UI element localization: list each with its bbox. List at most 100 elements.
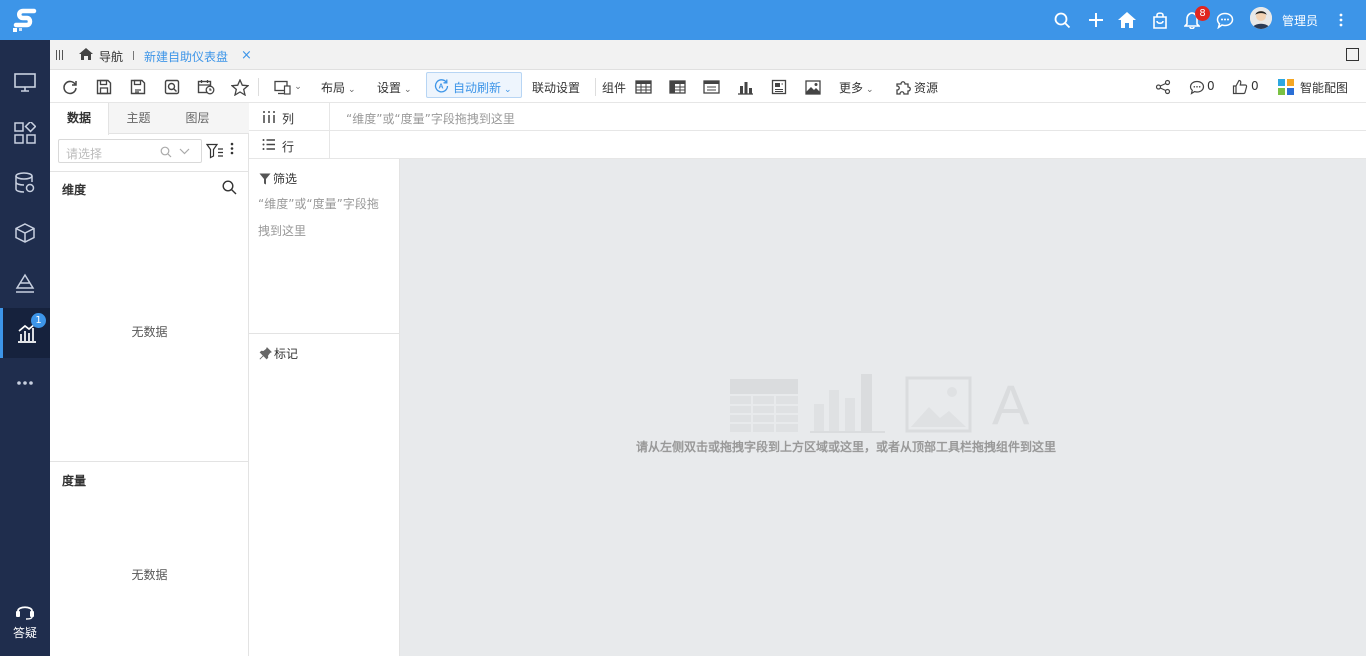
dataset-select[interactable]: 请选择: [58, 139, 202, 163]
table-component-button[interactable]: [633, 77, 653, 97]
filter-section-header: 筛选: [259, 170, 297, 187]
user-avatar[interactable]: [1250, 7, 1272, 29]
report-component-button[interactable]: [769, 77, 789, 97]
app-logo[interactable]: [0, 0, 50, 40]
share-icon: [1155, 79, 1171, 95]
avatar-person-icon: [1250, 7, 1272, 29]
comment-button[interactable]: [1187, 77, 1207, 97]
save-button[interactable]: [94, 77, 114, 97]
data-panel-menu-button[interactable]: [230, 142, 234, 159]
rail-apps[interactable]: [0, 108, 50, 158]
rail-more[interactable]: [0, 358, 50, 408]
maximize-button[interactable]: [1346, 48, 1359, 61]
top-menu-button[interactable]: [1329, 8, 1353, 32]
analysis-icon: [15, 273, 35, 293]
freestyle-table-button[interactable]: [701, 77, 721, 97]
smart-color-button[interactable]: 智能配图: [1300, 79, 1348, 96]
text-placeholder-icon: A: [992, 374, 1030, 434]
rail-dashboard-badge: 1: [31, 313, 46, 328]
close-tab-icon[interactable]: ×: [241, 48, 252, 63]
more-label: 更多: [839, 81, 864, 95]
refresh-button[interactable]: [60, 77, 80, 97]
rail-data-source[interactable]: [0, 158, 50, 208]
home-icon: [1118, 12, 1136, 28]
chevron-down-icon: ⌄: [404, 85, 412, 95]
rail-model[interactable]: [0, 208, 50, 258]
more-menu[interactable]: 更多 ⌄: [839, 79, 874, 96]
nav-label[interactable]: 导航: [99, 48, 123, 65]
app-window: 1 答疑 8 管理员 导航 新建自助仪表盘 × ⌄ 布局 ⌄ 设置 ⌄ A 自动…: [0, 0, 1366, 656]
resource-button[interactable]: 资源: [914, 79, 938, 96]
chevron-down-icon: ⌄: [866, 85, 874, 95]
crosstab-component-button[interactable]: [667, 77, 687, 97]
favorite-button[interactable]: [230, 77, 250, 97]
chevron-down-icon: ⌄: [348, 85, 356, 95]
image-icon: [805, 79, 821, 95]
settings-label: 设置: [377, 81, 402, 95]
like-count: 0: [1251, 79, 1259, 93]
create-button[interactable]: [1084, 8, 1108, 32]
rows-icon: [262, 139, 275, 150]
notifications-button[interactable]: 8: [1180, 6, 1210, 32]
pin-icon: [259, 347, 272, 360]
rail-dashboard[interactable]: 1: [0, 308, 50, 358]
nav-home[interactable]: [78, 47, 94, 64]
auto-refresh-text: 自动刷新: [453, 81, 502, 95]
image-placeholder-icon: [905, 376, 972, 433]
field-filter-button[interactable]: [205, 143, 224, 162]
schedule-button[interactable]: [196, 77, 216, 97]
database-gear-icon: [15, 172, 35, 193]
refresh-icon: [63, 80, 77, 95]
notification-badge: 8: [1195, 6, 1210, 21]
search-icon: [222, 180, 237, 195]
save-as-icon: [130, 79, 146, 95]
home-button[interactable]: [1115, 8, 1139, 32]
cube-icon: [15, 223, 35, 243]
smart-color-icon: [1278, 79, 1294, 95]
image-component-button[interactable]: [803, 77, 823, 97]
smart-color-icon-wrap[interactable]: [1276, 77, 1296, 97]
crosstab-icon: [668, 80, 686, 94]
filter-drop-zone[interactable]: “维度”或“度量”字段拖拽到这里: [258, 191, 386, 245]
chat-bubble-icon: [1216, 12, 1234, 29]
save-as-button[interactable]: [128, 77, 148, 97]
messages-button[interactable]: [1213, 8, 1237, 32]
resource-icon-wrap[interactable]: [893, 77, 913, 97]
app-store-button[interactable]: [1148, 8, 1172, 32]
dashboard-canvas[interactable]: A 请从左侧双击或拖拽字段到上方区域或这里，或者从顶部工具栏拖拽组件到这里: [400, 159, 1366, 656]
share-button[interactable]: [1153, 77, 1173, 97]
svg-text:A: A: [439, 84, 444, 91]
tab-strip: 导航 新建自助仪表盘 ×: [50, 40, 1366, 70]
user-name[interactable]: 管理员: [1282, 12, 1318, 29]
empty-canvas-illustration: A: [730, 374, 1030, 434]
tab-new-dashboard[interactable]: 新建自助仪表盘: [144, 48, 228, 65]
filter-mark-panel: 筛选 “维度”或“度量”字段拖拽到这里 标记: [249, 159, 400, 656]
svg-text:A: A: [992, 374, 1030, 434]
tab-theme[interactable]: 主题: [109, 103, 168, 134]
calendar-clock-icon: [197, 80, 215, 95]
rail-help[interactable]: 答疑: [0, 596, 50, 646]
settings-menu[interactable]: 设置 ⌄: [377, 79, 412, 96]
dimension-measure-divider: [50, 461, 249, 462]
preview-button[interactable]: [162, 77, 182, 97]
linkage-settings-button[interactable]: 联动设置: [532, 79, 580, 96]
tab-layers[interactable]: 图层: [168, 103, 227, 134]
global-search-button[interactable]: [1050, 8, 1074, 32]
dimension-search-button[interactable]: [222, 180, 237, 198]
like-button[interactable]: [1230, 77, 1250, 97]
data-panel-divider: [50, 171, 249, 172]
rail-analysis[interactable]: [0, 258, 50, 308]
auto-refresh-button[interactable]: A 自动刷新 ⌄: [426, 72, 522, 98]
layout-menu[interactable]: 布局 ⌄: [321, 79, 356, 96]
rail-monitor[interactable]: [0, 58, 50, 108]
auto-refresh-label: 自动刷新 ⌄: [453, 79, 512, 96]
vertical-dots-icon: [230, 142, 234, 155]
filter-list-icon: [205, 143, 223, 159]
chart-component-button[interactable]: [735, 77, 755, 97]
row-shelf[interactable]: 行: [249, 131, 1366, 159]
bar-chart-placeholder-icon: [810, 374, 885, 433]
column-shelf[interactable]: 列 “维度”或“度量”字段拖拽到这里: [249, 103, 1366, 131]
tab-strip-toggle[interactable]: [56, 50, 64, 60]
device-button[interactable]: ⌄: [274, 77, 302, 97]
tab-data[interactable]: 数据: [50, 103, 109, 135]
